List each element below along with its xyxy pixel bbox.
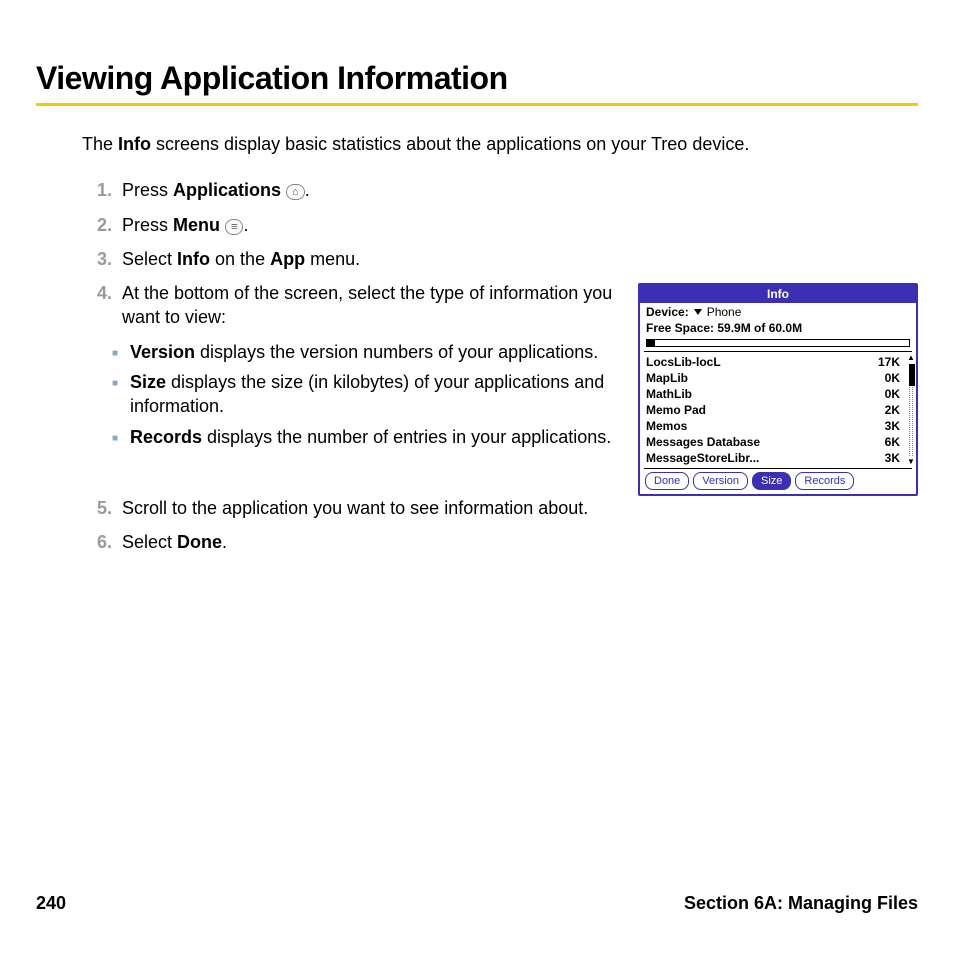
intro-post: screens display basic statistics about t… [151, 134, 749, 154]
text: . [305, 180, 310, 200]
device-value: Phone [707, 305, 742, 319]
step-4: 4. At the bottom of the screen, select t… [82, 281, 624, 330]
version-button[interactable]: Version [693, 472, 748, 490]
text-bold: Version [130, 342, 195, 362]
list-item[interactable]: MessageStoreLibr... 3K [646, 450, 912, 466]
bullet-icon: ■ [112, 340, 130, 364]
page-number: 240 [36, 893, 66, 914]
text: menu. [305, 249, 360, 269]
app-name: Memos [646, 419, 687, 433]
step-text: At the bottom of the screen, select the … [122, 281, 624, 330]
device-label: Device: [646, 305, 689, 319]
list-item[interactable]: Memos 3K [646, 418, 912, 434]
size-button[interactable]: Size [752, 472, 791, 490]
step-number: 4. [82, 281, 122, 330]
text: displays the version numbers of your app… [195, 342, 598, 362]
text-bold: Menu [173, 215, 220, 235]
text: Select [122, 249, 177, 269]
step-number: 2. [82, 213, 122, 237]
app-name: Memo Pad [646, 403, 706, 417]
text: Press [122, 180, 173, 200]
device-selector[interactable]: Device: Phone [640, 303, 916, 321]
records-button[interactable]: Records [795, 472, 854, 490]
step-number: 1. [82, 178, 122, 202]
step-number: 5. [82, 496, 122, 520]
intro-pre: The [82, 134, 118, 154]
app-name: Messages Database [646, 435, 760, 449]
step-number: 6. [82, 530, 122, 554]
step-number: 3. [82, 247, 122, 271]
free-space-label: Free Space: 59.9M of 60.0M [640, 321, 916, 339]
text: displays the number of entries in your a… [202, 427, 611, 447]
page-heading: Viewing Application Information [36, 60, 918, 97]
app-name: MessageStoreLibr... [646, 451, 759, 465]
list-item[interactable]: LocsLib-locL 17K [646, 354, 912, 370]
app-size: 2K [885, 403, 900, 417]
list-item[interactable]: MapLib 0K [646, 370, 912, 386]
step-6: 6. Select Done. [82, 530, 918, 554]
heading-rule [36, 103, 918, 106]
info-screenshot: Info Device: Phone Free Space: 59.9M of … [638, 283, 918, 496]
app-size: 0K [885, 387, 900, 401]
text-bold: Info [177, 249, 210, 269]
list-item[interactable]: MathLib 0K [646, 386, 912, 402]
step-2: 2. Press Menu ≡. [82, 213, 918, 237]
bullet-version: ■ Version displays the version numbers o… [112, 340, 624, 364]
intro-paragraph: The Info screens display basic statistic… [82, 132, 918, 156]
intro-bold: Info [118, 134, 151, 154]
bullet-records: ■ Records displays the number of entries… [112, 425, 624, 449]
app-name: LocsLib-locL [646, 355, 721, 369]
app-size: 3K [885, 451, 900, 465]
free-space-bar [646, 339, 910, 347]
done-button[interactable]: Done [645, 472, 689, 490]
app-name: MathLib [646, 387, 692, 401]
list-item[interactable]: Memo Pad 2K [646, 402, 912, 418]
scroll-thumb[interactable] [909, 364, 915, 386]
text-bold: Records [130, 427, 202, 447]
text: . [222, 532, 227, 552]
app-name: MapLib [646, 371, 688, 385]
text-bold: Done [177, 532, 222, 552]
app-size: 3K [885, 419, 900, 433]
step-text: Scroll to the application you want to se… [122, 496, 918, 520]
app-size: 6K [885, 435, 900, 449]
step-1: 1. Press Applications ⌂. [82, 178, 918, 202]
list-item[interactable]: Messages Database 6K [646, 434, 912, 450]
scroll-up-icon[interactable]: ▲ [907, 354, 915, 362]
app-size: 17K [878, 355, 900, 369]
step-5: 5. Scroll to the application you want to… [82, 496, 918, 520]
text: Select [122, 532, 177, 552]
text-bold: App [270, 249, 305, 269]
bullet-size: ■ Size displays the size (in kilobytes) … [112, 370, 624, 419]
applications-key-icon: ⌂ [286, 184, 305, 200]
dropdown-arrow-icon [694, 309, 702, 315]
scrollbar[interactable]: ▲ ▼ [908, 354, 914, 466]
scroll-down-icon[interactable]: ▼ [907, 458, 915, 466]
step-3: 3. Select Info on the App menu. [82, 247, 918, 271]
section-label: Section 6A: Managing Files [684, 893, 918, 914]
menu-key-icon: ≡ [225, 219, 243, 235]
text-bold: Size [130, 372, 166, 392]
bullet-icon: ■ [112, 425, 130, 449]
text: Press [122, 215, 173, 235]
text: . [243, 215, 248, 235]
text: displays the size (in kilobytes) of your… [130, 372, 604, 416]
text: on the [210, 249, 270, 269]
bullet-icon: ■ [112, 370, 130, 419]
text-bold: Applications [173, 180, 281, 200]
info-titlebar: Info [640, 285, 916, 303]
app-list[interactable]: LocsLib-locL 17K MapLib 0K MathLib 0K Memo … [640, 352, 916, 468]
app-size: 0K [885, 371, 900, 385]
